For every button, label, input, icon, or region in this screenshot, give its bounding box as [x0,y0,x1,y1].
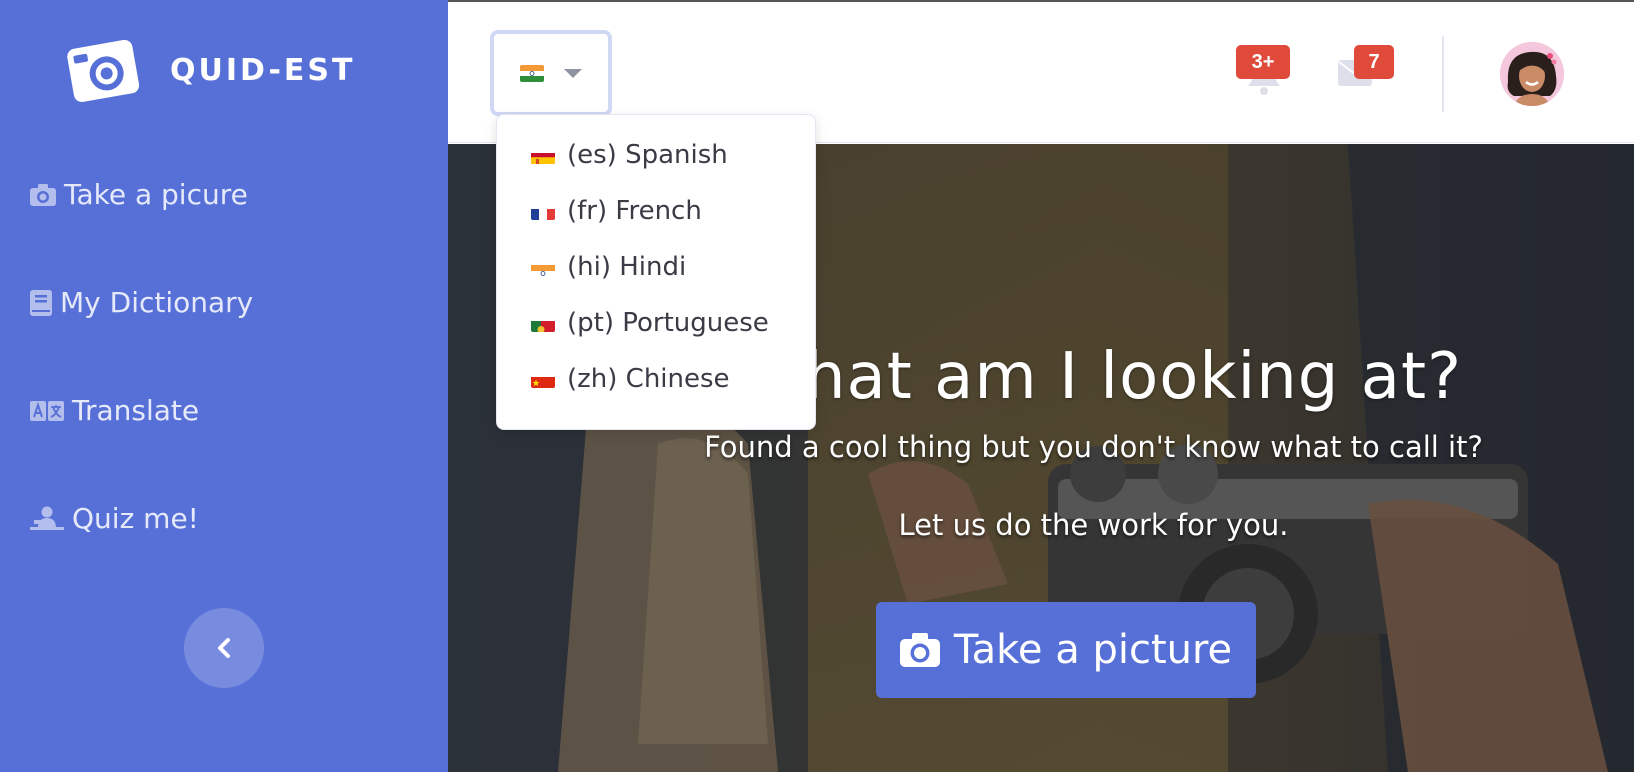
camera-icon [30,183,56,206]
sidebar-collapse-button[interactable] [184,608,264,688]
book-icon [30,289,52,316]
alerts-button[interactable]: 3+ [1234,42,1294,102]
sidebar-item-label: Quiz me! [72,502,199,535]
chalkboard-teacher-icon [30,506,64,532]
sidebar: QUID-EST Take a picure My Dictionary Tra… [0,0,448,772]
language-selector-button[interactable] [490,30,612,116]
camera-icon [899,633,940,667]
sidebar-item-quiz[interactable]: Quiz me! [30,502,199,535]
language-option-label: (es) Spanish [567,140,728,170]
take-picture-button[interactable]: Take a picture [876,602,1256,698]
sidebar-item-label: Translate [72,394,200,427]
language-option-label: (hi) Hindi [567,252,687,282]
flag-india-icon [531,259,555,276]
flag-france-icon [531,203,555,220]
alerts-badge: 3+ [1236,45,1290,79]
sidebar-item-translate[interactable]: Translate [30,394,199,427]
camera-logo-icon [67,39,140,103]
sidebar-item-label: My Dictionary [60,286,254,319]
user-avatar-icon [1500,42,1564,106]
chevron-down-icon [564,68,582,78]
take-picture-label: Take a picture [953,627,1233,673]
language-option-pt[interactable]: (pt) Portuguese [497,295,815,351]
language-option-zh[interactable]: (zh) Chinese [497,351,815,407]
chevron-left-icon [218,638,230,658]
sidebar-item-take-picture[interactable]: Take a picure [30,178,248,211]
language-option-es[interactable]: (es) Spanish [497,127,815,183]
flag-portugal-icon [531,315,555,332]
language-option-label: (pt) Portuguese [567,308,769,338]
brand[interactable]: QUID-EST [64,34,356,106]
sidebar-item-label: Take a picure [64,178,248,211]
topbar-divider [1442,36,1444,112]
messages-badge: 7 [1354,45,1394,79]
flag-china-icon [531,371,555,388]
language-option-fr[interactable]: (fr) French [497,183,815,239]
flag-spain-icon [531,147,555,164]
language-icon [30,400,64,421]
brand-name: QUID-EST [170,52,356,88]
hero-subtitle: Found a cool thing but you don't know wh… [704,430,1483,464]
avatar[interactable] [1500,42,1564,106]
messages-button[interactable]: 7 [1338,42,1402,102]
language-option-label: (fr) French [567,196,702,226]
sidebar-item-my-dictionary[interactable]: My Dictionary [30,286,253,319]
hero-tagline: Let us do the work for you. [898,508,1289,542]
language-dropdown-menu: (es) Spanish (fr) French (hi) Hindi (pt)… [496,114,816,430]
language-option-hi[interactable]: (hi) Hindi [497,239,815,295]
language-option-label: (zh) Chinese [567,364,730,394]
flag-india-icon [520,64,544,82]
